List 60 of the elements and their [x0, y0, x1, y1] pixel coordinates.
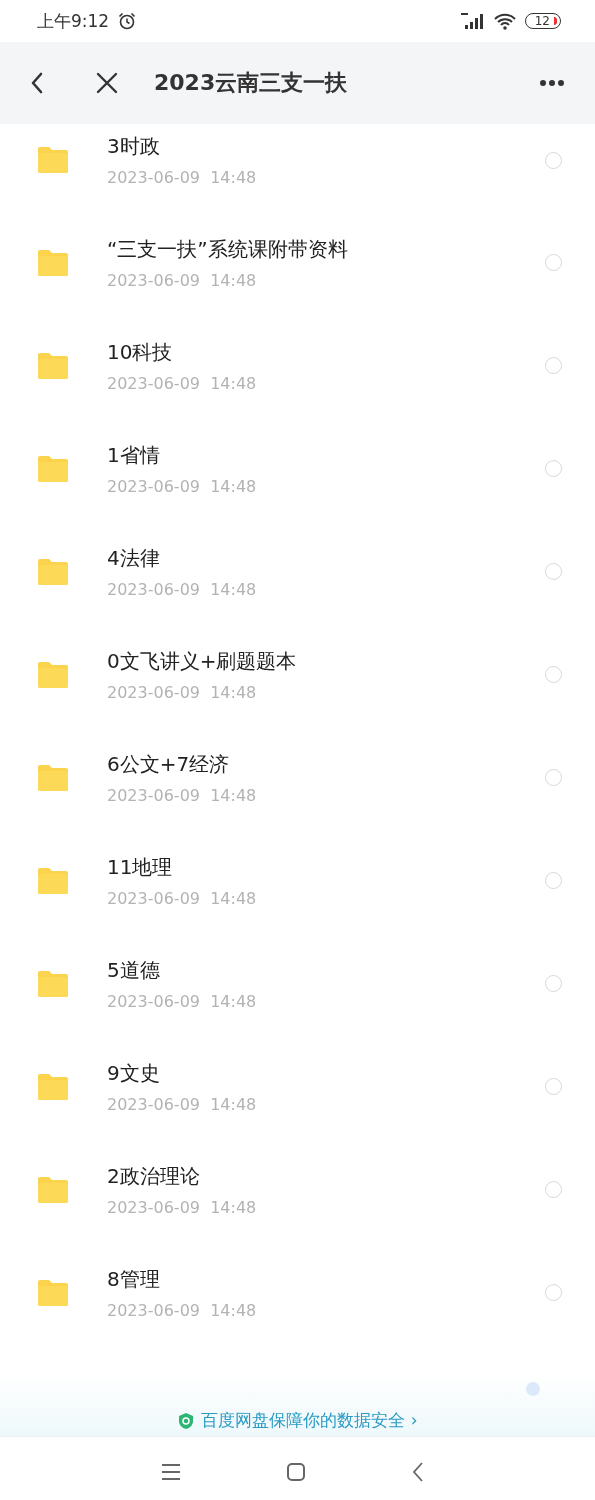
home-icon[interactable]: [285, 1462, 306, 1482]
folder-icon: [36, 146, 70, 174]
folder-icon: [36, 1175, 70, 1204]
menu-icon[interactable]: [160, 1463, 181, 1481]
folder-icon: [36, 969, 70, 998]
signal-icon: [460, 12, 485, 30]
folder-item[interactable]: 11地理 2023-06-09 14:48: [0, 829, 595, 932]
folder-item[interactable]: 6公文+7经济 2023-06-09 14:48: [0, 726, 595, 829]
modified-date: 2023-06-09 14:48: [107, 373, 258, 393]
folder-item[interactable]: 10科技 2023-06-09 14:48: [0, 314, 595, 417]
modified-date: 2023-06-09 14:48: [107, 579, 258, 599]
folder-icon: [36, 1072, 70, 1101]
folder-icon: [36, 248, 70, 277]
folder-item[interactable]: 5道德 2023-06-09 14:48: [0, 932, 595, 1035]
modified-date: 2023-06-09 14:48: [107, 888, 258, 908]
window-title: 2023云南三支一扶: [154, 69, 348, 97]
folder-name: 0文飞讲义+刷题题本: [107, 647, 298, 675]
folder-item[interactable]: 8管理 2023-06-09 14:48: [0, 1241, 595, 1344]
folder-name: 6公文+7经济: [107, 750, 231, 778]
modified-date: 2023-06-09 14:48: [107, 991, 258, 1011]
folder-item[interactable]: 3时政 2023-06-09 14:48: [0, 124, 595, 211]
modified-date: 2023-06-09 14:48: [107, 1300, 258, 1320]
folder-icon: [36, 454, 70, 483]
folder-item[interactable]: “三支一扶”系统课附带资料 2023-06-09 14:48: [0, 211, 595, 314]
folder-name: “三支一扶”系统课附带资料: [107, 235, 349, 263]
folder-item[interactable]: 9文史 2023-06-09 14:48: [0, 1035, 595, 1138]
folder-icon: [36, 1278, 70, 1307]
folder-icon: [36, 866, 70, 895]
folder-name: 10科技: [107, 338, 174, 366]
folder-name: 4法律: [107, 544, 161, 572]
wifi-icon: [492, 12, 517, 30]
folder-item[interactable]: 0文飞讲义+刷题题本 2023-06-09 14:48: [0, 623, 595, 726]
back-icon[interactable]: [410, 1461, 425, 1483]
folder-name: 9文史: [107, 1059, 161, 1087]
modified-date: 2023-06-09 14:48: [107, 785, 258, 805]
more-icon[interactable]: [539, 79, 565, 87]
modified-date: 2023-06-09 14:48: [107, 1197, 258, 1217]
folder-icon: [36, 660, 70, 689]
shield-icon: [177, 1411, 196, 1430]
modified-date: 2023-06-09 14:48: [107, 682, 258, 702]
folder-name: 11地理: [107, 853, 174, 881]
status-time: 上午9:12: [37, 9, 110, 33]
modified-date: 2023-06-09 14:48: [107, 168, 258, 187]
modified-date: 2023-06-09 14:48: [107, 476, 258, 496]
folder-name: 8管理: [107, 1265, 161, 1293]
floating-dot: [526, 1382, 540, 1396]
folder-item[interactable]: 4法律 2023-06-09 14:48: [0, 520, 595, 623]
folder-icon: [36, 351, 70, 380]
folder-item[interactable]: 1省情 2023-06-09 14:48: [0, 417, 595, 520]
folder-icon: [36, 763, 70, 792]
modified-date: 2023-06-09 14:48: [107, 1094, 258, 1114]
folder-name: 2政治理论: [107, 1162, 201, 1190]
modified-date: 2023-06-09 14:48: [107, 270, 258, 290]
alarm-clock-icon: [117, 11, 138, 31]
folder-name: 1省情: [107, 441, 161, 469]
folder-name: 3时政: [107, 133, 161, 160]
folder-item[interactable]: 2政治理论 2023-06-09 14:48: [0, 1138, 595, 1241]
close-icon[interactable]: [96, 72, 118, 94]
folder-name: 5道德: [107, 956, 161, 984]
folder-icon: [36, 557, 70, 586]
